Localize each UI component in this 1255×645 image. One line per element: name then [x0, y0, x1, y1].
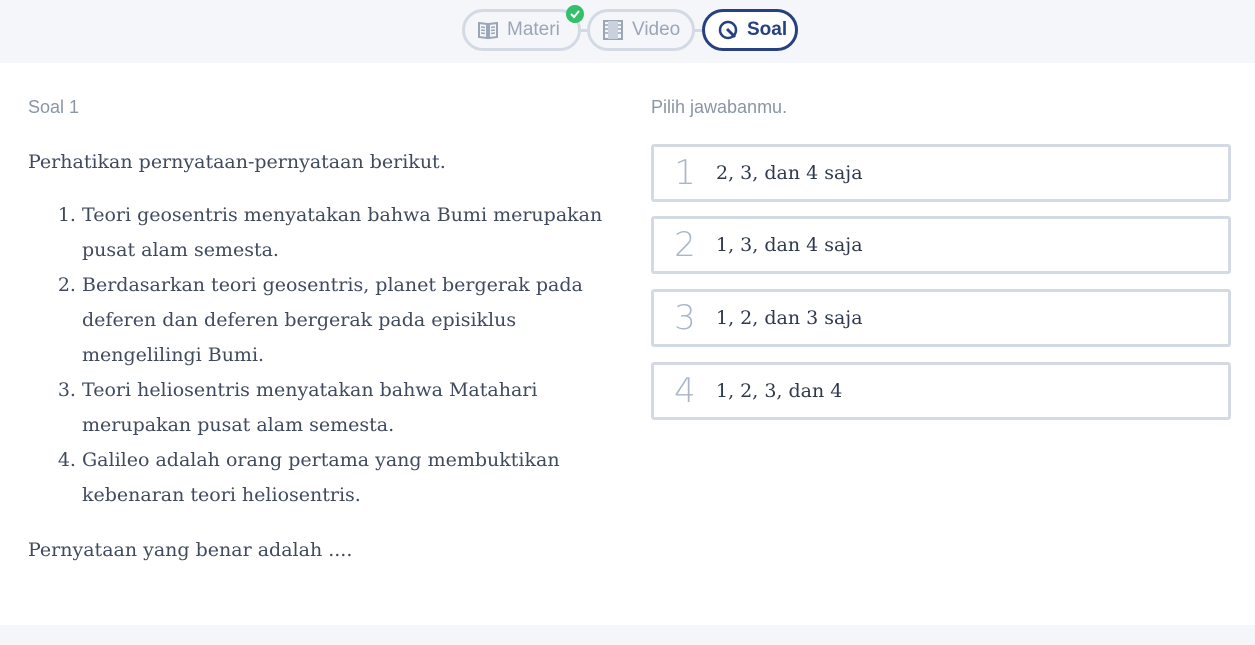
- option-text: 2, 3, dan 4 saja: [716, 162, 863, 184]
- question-prompt: Pernyataan yang benar adalah ....: [28, 539, 353, 561]
- footer-bar: [0, 625, 1255, 645]
- completed-check-icon: [566, 5, 584, 23]
- tab-video[interactable]: Video: [587, 9, 695, 51]
- option-text: 1, 2, dan 3 saja: [716, 307, 863, 329]
- statement-item: Berdasarkan teori geosentris, planet ber…: [82, 268, 608, 373]
- film-icon: [602, 19, 624, 41]
- statement-item: Teori geosentris menyatakan bahwa Bumi m…: [82, 198, 608, 268]
- tab-materi-label: Materi: [507, 19, 560, 40]
- book-icon: [477, 19, 499, 41]
- option-number: 3: [674, 298, 696, 338]
- tab-materi[interactable]: Materi: [462, 9, 581, 51]
- step-navigation: Materi Video Soal: [0, 0, 1255, 63]
- answer-option-3[interactable]: 3 1, 2, dan 3 saja: [651, 289, 1231, 347]
- tab-soal-label: Soal: [747, 19, 788, 40]
- answer-heading: Pilih jawabanmu.: [651, 97, 788, 117]
- question-panel: Soal 1 Perhatikan pernyataan-pernyataan …: [0, 63, 1255, 625]
- option-text: 1, 3, dan 4 saja: [716, 234, 863, 256]
- tab-soal[interactable]: Soal: [702, 9, 798, 51]
- question-number: Soal 1: [28, 97, 80, 117]
- answer-option-2[interactable]: 2 1, 3, dan 4 saja: [651, 216, 1231, 274]
- quiz-icon: [717, 19, 739, 41]
- question-body: Perhatikan pernyataan-pernyataan berikut…: [28, 145, 608, 568]
- question-intro: Perhatikan pernyataan-pernyataan berikut…: [28, 151, 446, 173]
- option-number: 1: [674, 153, 696, 193]
- option-text: 1, 2, 3, dan 4: [716, 380, 843, 402]
- statement-list: Teori geosentris menyatakan bahwa Bumi m…: [28, 198, 608, 513]
- answer-option-4[interactable]: 4 1, 2, 3, dan 4: [651, 362, 1231, 420]
- answer-option-1[interactable]: 1 2, 3, dan 4 saja: [651, 144, 1231, 202]
- option-number: 4: [674, 371, 696, 411]
- statement-item: Teori heliosentris menyatakan bahwa Mata…: [82, 373, 608, 443]
- statement-item: Galileo adalah orang pertama yang membuk…: [82, 443, 608, 513]
- option-number: 2: [674, 225, 696, 265]
- tab-video-label: Video: [632, 19, 681, 40]
